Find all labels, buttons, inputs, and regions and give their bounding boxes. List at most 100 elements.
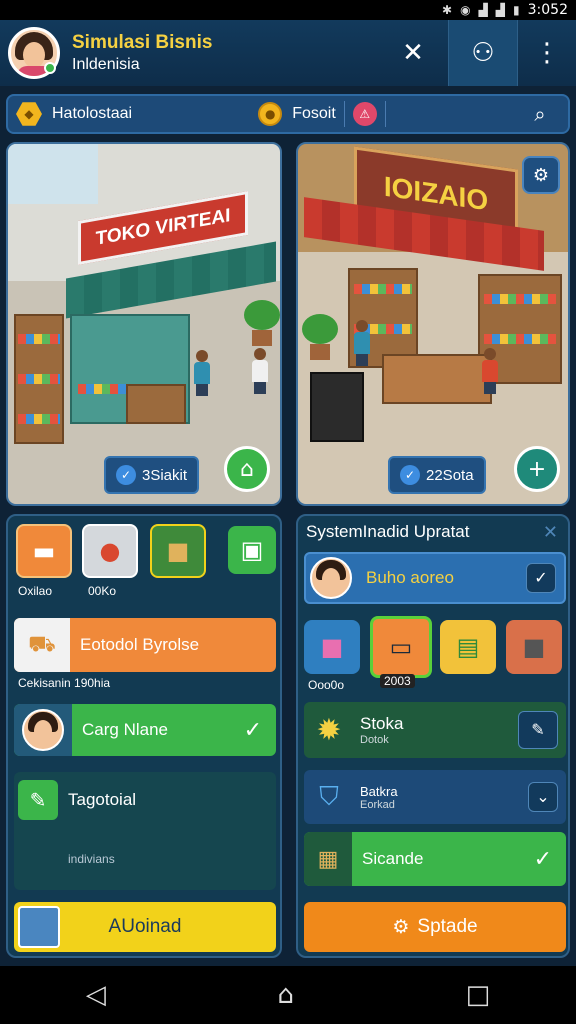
divider [384,101,386,127]
tile-produce[interactable]: ● [82,524,138,578]
cart [310,372,364,442]
alert-icon[interactable]: ⚠ [352,102,377,126]
battery-icon: ▮ [513,3,520,17]
dropdown-button[interactable]: ⌄ [528,782,558,812]
check-button[interactable]: ✓ [526,563,556,593]
goods [484,334,556,344]
tile-box[interactable]: ■ [150,524,206,578]
avatar [22,709,64,751]
stock-row[interactable]: ✹ Stoka Dotok ✎ [304,702,566,758]
tile-screen[interactable]: ▣ [228,526,276,574]
security-caption: Eorkad [360,798,395,811]
box-icon: ■ [166,537,190,565]
upgrade-button-label: Sptade [417,916,478,937]
ticket-icon: ✎ [18,780,58,820]
left-panel: ▬ Oxilao ● 00Ko ■ ▣ ⛟ Eotodol Byrolse Ce… [6,514,282,958]
shopper [252,348,268,394]
laptop-icon: ▭ [389,633,413,661]
hex-coin-icon: ◆ [16,102,42,126]
tile-truck[interactable]: ▬ [16,524,72,578]
settings-button[interactable]: ⚙ [522,156,560,194]
divider [343,101,345,127]
search-icon[interactable]: ⌕ [520,102,560,126]
home-button[interactable]: ⌂ [224,446,270,492]
back-icon[interactable]: ◁ [86,980,106,1010]
upgrade-button[interactable]: ⚙ Sptade [304,902,566,952]
tile-safe[interactable]: ■ [506,620,562,674]
add-button[interactable]: + [514,446,560,492]
counter [382,354,492,404]
tile-cash[interactable]: ▤ [440,620,496,674]
shopper [194,350,210,396]
pencil-icon: ✎ [531,722,545,739]
resource-bar: ◆ Hatolostaai ● Fosoit ⚠ ⌕ [6,94,570,134]
stock-label: Stoka [360,714,404,733]
goods [18,414,60,424]
goods [484,294,556,304]
shopper [482,348,498,394]
supply-row[interactable]: ▦ Sicande ✓ [304,832,566,886]
close-icon[interactable]: ✕ [543,522,558,543]
staff-label: Buho aoreo [366,568,454,587]
tile-label: Ooo0o [308,678,345,692]
goods [18,374,60,384]
store-card-right[interactable]: IOIZAIO ⚙ ✓ 22Sota + [296,142,570,506]
resource-2-label: Fosoit [292,105,336,122]
goods [354,284,412,294]
screen-icon: ▣ [240,536,264,564]
plant [302,314,338,360]
crate-icon: ▦ [304,832,352,886]
profile-icon: ⚇ [471,38,495,68]
wrench-icon: ✕ [402,38,424,68]
edit-button[interactable]: ✎ [518,711,558,749]
manager-row[interactable]: Carg Nlane ✓ [14,704,276,756]
security-row[interactable]: ⛉ Batkra Eorkad ⌄ [304,770,566,824]
cart-icon: ⛟ [14,618,70,672]
online-indicator [44,62,56,74]
panel-title: SystemInadid Upratat [306,522,470,541]
tile-laptop[interactable]: ▭ [370,616,432,678]
primary-button[interactable]: AUoinad [14,902,276,952]
status-time: 3:052 [527,2,568,18]
gear-icon: ⚙ [392,916,410,938]
avatar [310,557,352,599]
wifi-icon: ◉ [460,3,471,17]
more-vertical-icon: ⋮ [534,38,560,68]
profile-button[interactable]: ⚇ [448,20,518,86]
business-label: Eotodol Byrolse [80,635,200,654]
app-subtitle: Inldenisia [72,56,140,73]
sun-icon: ✹ [316,713,342,747]
primary-button-label: AUoinad [108,916,182,937]
home-icon: ⌂ [240,456,254,482]
resource-1-label: Hatolostaai [52,105,133,122]
avatar-frame [306,554,356,602]
apple-icon: ● [99,537,121,565]
cashier [354,320,370,366]
store-count-pill: ✓ 22Sota [388,456,486,494]
security-label: Batkra [360,783,398,799]
avatar-frame [14,704,72,756]
store-count: 3Siakit [142,466,188,484]
top-bar: Simulasi Bisnis Inldenisia ✕ ⚇ ⋮ [0,20,576,86]
recents-icon[interactable]: □ [466,980,491,1010]
store-count-pill: ✓ 3Siakit [104,456,200,494]
home-nav-icon[interactable]: ⌂ [277,980,294,1010]
business-row[interactable]: ⛟ Eotodol Byrolse [14,618,276,672]
bluetooth-icon: ✱ [442,3,453,17]
gold-coin-icon: ● [258,102,283,126]
more-menu-button[interactable]: ⋮ [518,20,576,86]
digital-row[interactable]: ✎ Tagotoial [14,772,276,890]
tile-cube[interactable]: ■ [304,620,360,674]
plus-icon: + [527,456,547,482]
cube-icon: ■ [320,633,344,661]
truck-icon: ▬ [32,537,56,565]
supply-label: Sicande [362,849,424,868]
tools-button[interactable]: ✕ [378,20,448,86]
manager-label: Carg Nlane [82,720,168,739]
status-bar: ✱ ◉ ▟ ▟ ▮ 3:052 [0,0,576,20]
digital-caption: indivians [68,852,115,866]
store-card-left[interactable]: TOKO VIRTEAI ✓ 3Siakit ⌂ [6,142,282,506]
store-count: 22Sota [426,466,474,484]
cash-icon: ▤ [456,633,480,661]
staff-row[interactable]: Buho aoreo ✓ [304,552,566,604]
